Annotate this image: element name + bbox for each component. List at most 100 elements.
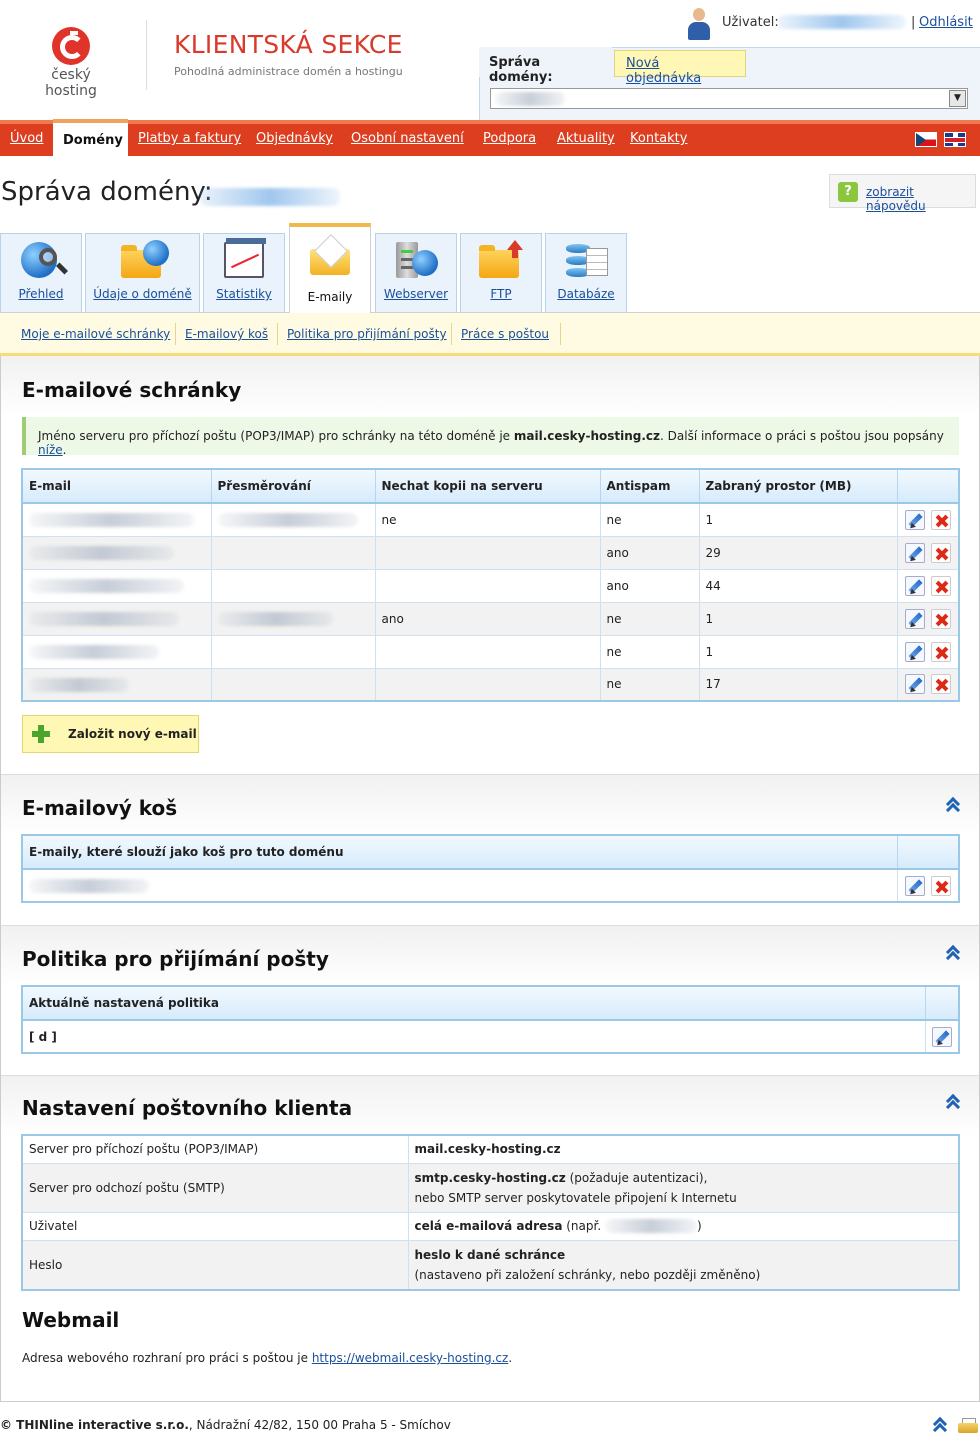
logo-icon[interactable] — [52, 27, 90, 65]
nav-objednavky[interactable]: Objednávky — [256, 131, 333, 146]
edit-icon[interactable] — [904, 641, 925, 662]
logo-text[interactable]: český hosting — [25, 67, 117, 99]
delete-icon[interactable] — [930, 641, 951, 662]
nav-domeny[interactable]: Domény — [53, 119, 128, 156]
subnav-mail-work[interactable]: Práce s poštou — [461, 327, 549, 341]
info-text: . Další informace o práci s poštou jsou … — [660, 429, 944, 443]
section-mailboxes: E-mailové schránky Jméno serveru pro pří… — [1, 356, 979, 774]
copy-cell: ano — [375, 602, 601, 636]
section-title: Nastavení poštovního klienta — [22, 1096, 353, 1120]
collapse-up-icon[interactable] — [946, 798, 960, 812]
antispam-cell: ano — [600, 569, 700, 603]
info-box: Jméno serveru pro příchozí poštu (POP3/I… — [22, 417, 959, 457]
flag-gb-icon[interactable] — [944, 132, 966, 147]
nav-aktuality[interactable]: Aktuality — [557, 131, 615, 146]
table-row: Uživatel celá e-mailová adresa (např. ) — [22, 1212, 959, 1241]
header-divider — [146, 20, 147, 90]
logout-link[interactable]: Odhlásit — [919, 15, 973, 30]
edit-icon[interactable] — [904, 542, 925, 563]
domain-select[interactable]: ▼ — [490, 88, 968, 109]
subnav-trash[interactable]: E-mailový koš — [185, 327, 268, 341]
email-redacted — [29, 513, 194, 527]
table-row: Server pro odchozí poštu (SMTP) smtp.ces… — [22, 1163, 959, 1213]
tab-prehled[interactable]: Přehled — [0, 233, 82, 313]
webmail-link[interactable]: https://webmail.cesky-hosting.cz — [312, 1351, 509, 1365]
antispam-cell: ne — [600, 602, 700, 636]
tab-emaily[interactable]: E-maily — [289, 223, 371, 313]
plus-icon — [32, 725, 50, 743]
email-redacted — [29, 644, 159, 659]
column-header: E-mail — [22, 469, 212, 504]
edit-icon[interactable] — [904, 875, 925, 896]
help-button[interactable]: ? zobrazit nápovědu — [829, 174, 976, 213]
collapse-up-icon[interactable] — [946, 1095, 960, 1109]
add-email-button[interactable]: Založit nový e-mail — [22, 715, 199, 753]
header: český hosting KLIENTSKÁ SEKCE Pohodlná a… — [0, 0, 980, 120]
settings-label: Server pro příchozí poštu (POP3/IMAP) — [22, 1135, 409, 1164]
info-link[interactable]: níže — [38, 443, 63, 457]
section-title: E-mailové schránky — [22, 378, 242, 402]
collapse-up-icon[interactable] — [946, 946, 960, 960]
table-row: Heslo heslo k dané schránce (nastaveno př… — [22, 1240, 959, 1290]
actions-cell — [897, 869, 960, 903]
user-note: ) — [696, 1218, 702, 1233]
logout-separator: | — [911, 15, 916, 30]
subnav-mailboxes[interactable]: Moje e-mailové schránky — [21, 327, 170, 341]
tab-webserver[interactable]: Webserver — [375, 233, 457, 313]
database-icon — [564, 240, 608, 280]
table-row: ne 17 — [22, 668, 960, 702]
column-header-actions — [925, 986, 960, 1021]
copy-cell — [375, 536, 601, 570]
tab-statistiky[interactable]: Statistiky — [203, 233, 285, 313]
settings-label: Server pro odchozí poštu (SMTP) — [22, 1163, 409, 1213]
nav-podpora[interactable]: Podpora — [483, 131, 536, 146]
delete-icon[interactable] — [930, 875, 951, 896]
delete-icon[interactable] — [930, 542, 951, 563]
table-row: [ d ] — [22, 1020, 960, 1054]
email-redacted — [29, 611, 179, 626]
column-header-actions — [897, 835, 960, 870]
user-name-redacted — [778, 15, 906, 29]
tab-udaje-o-domene[interactable]: Údaje o doméně — [85, 233, 200, 313]
print-icon[interactable] — [958, 1418, 978, 1434]
nav-platby[interactable]: Platby a faktury — [138, 131, 241, 146]
delete-icon[interactable] — [930, 509, 951, 530]
nav-uvod[interactable]: Úvod — [10, 131, 43, 146]
tab-ftp[interactable]: FTP — [460, 233, 542, 313]
space-cell: 17 — [699, 668, 898, 702]
help-link[interactable]: zobrazit nápovědu — [866, 185, 975, 213]
actions-cell — [897, 536, 960, 570]
tab-domain-management[interactable]: Správa domény: — [479, 47, 612, 85]
copy-cell: ne — [375, 503, 601, 537]
copy-cell — [375, 668, 601, 702]
user-note: (např. — [562, 1218, 605, 1233]
scroll-top-icon[interactable] — [933, 1418, 947, 1432]
subnav-divider — [560, 323, 561, 345]
nav-osobni-nastaveni[interactable]: Osobní nastavení — [351, 131, 464, 146]
tab-databaze[interactable]: Databáze — [545, 233, 627, 313]
info-text: . — [62, 443, 67, 457]
settings-value: smtp.cesky-hosting.cz (požaduje autentiz… — [408, 1163, 959, 1213]
edit-icon[interactable] — [904, 509, 925, 530]
actions-cell — [897, 569, 960, 603]
tab-label: Přehled — [18, 287, 64, 301]
space-cell: 44 — [699, 569, 898, 603]
globe-search-icon — [19, 240, 63, 280]
nav-kontakty[interactable]: Kontakty — [630, 131, 687, 146]
table-row: ne 1 — [22, 635, 960, 669]
tab-new-order[interactable]: Nová objednávka — [614, 50, 746, 86]
edit-icon[interactable] — [904, 575, 925, 596]
settings-label: Heslo — [22, 1240, 409, 1290]
delete-icon[interactable] — [930, 608, 951, 629]
edit-icon[interactable] — [904, 608, 925, 629]
actions-cell — [897, 635, 960, 669]
delete-icon[interactable] — [930, 674, 951, 695]
edit-icon[interactable] — [904, 674, 925, 695]
flag-cz-icon[interactable] — [915, 132, 937, 147]
subnav-policy[interactable]: Politika pro přijímání pošty — [287, 327, 447, 341]
delete-icon[interactable] — [930, 575, 951, 596]
chevron-down-icon[interactable]: ▼ — [949, 90, 966, 107]
chart-icon — [222, 238, 266, 280]
edit-icon[interactable] — [931, 1026, 952, 1047]
copy-cell — [375, 635, 601, 669]
